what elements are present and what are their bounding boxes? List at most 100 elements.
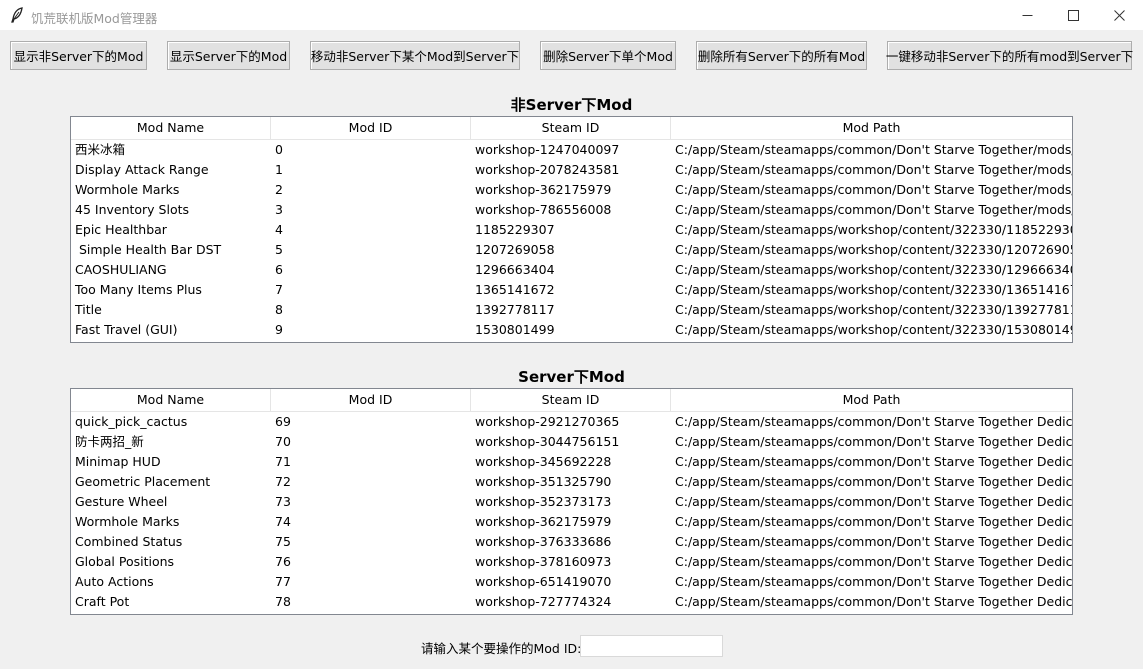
table-row[interactable]: Simple Health Bar DST 5 1207269058 C:/app/S…	[71, 240, 1072, 260]
table-row[interactable]: Fast Travel (GUI) 9 1530801499 C:/app/Steam…	[71, 320, 1072, 340]
table-row[interactable]: Title 8 1392778117 C:/app/Steam/steamapps/w…	[71, 300, 1072, 320]
column-header-steam-id[interactable]: Steam ID	[471, 117, 671, 139]
table-cell: C:/app/Steam/steamapps/common/Don't Star…	[675, 514, 1072, 529]
move-single-mod-button[interactable]: 移动非Server下某个Mod到Server下	[310, 41, 520, 70]
table-cell: 1207269058	[475, 242, 555, 257]
delete-all-mods-button[interactable]: 删除所有Server下的所有Mod	[696, 41, 867, 70]
table-row[interactable]: Global Positions 76 workshop-378160973 C:/a…	[71, 552, 1072, 572]
column-header-mod-name[interactable]: Mod Name	[71, 389, 271, 411]
table-cell: 9	[275, 322, 283, 337]
table-cell: 8	[275, 302, 283, 317]
column-header-steam-id[interactable]: Steam ID	[471, 389, 671, 411]
show-non-server-mods-button[interactable]: 显示非Server下的Mod	[10, 41, 147, 70]
minimize-icon	[1022, 14, 1032, 16]
table-cell: 1530801499	[475, 322, 555, 337]
close-button[interactable]	[1096, 0, 1142, 30]
column-header-mod-path[interactable]: Mod Path	[671, 117, 1072, 139]
table-cell: 1185229307	[475, 222, 555, 237]
table-row[interactable]: Wormhole Marks 2 workshop-362175979 C:/app/…	[71, 180, 1072, 200]
table-cell: workshop-351325790	[475, 474, 612, 489]
table-cell: 73	[275, 494, 291, 509]
table-cell: Craft Pot	[75, 594, 130, 609]
table-cell: 77	[275, 574, 291, 589]
table-row[interactable]: Wormhole Marks 74 workshop-362175979 C:/app…	[71, 512, 1072, 532]
maximize-button[interactable]	[1050, 0, 1096, 30]
table-body: quick_pick_cactus 69 workshop-2921270365 C:…	[71, 412, 1072, 612]
table-row[interactable]: CAOSHULIANG 6 1296663404 C:/app/Steam/steam…	[71, 260, 1072, 280]
table-cell: 0	[275, 142, 283, 157]
table-cell: C:/app/Steam/steamapps/common/Don't Star…	[675, 474, 1072, 489]
table-cell: 7	[275, 282, 283, 297]
column-header-mod-path[interactable]: Mod Path	[671, 389, 1072, 411]
table-cell: 72	[275, 474, 291, 489]
table-cell: C:/app/Steam/steamapps/common/Don't Star…	[675, 434, 1072, 449]
table-cell: 1365141672	[475, 282, 555, 297]
table-row[interactable]: Auto Actions 77 workshop-651419070 C:/app/S…	[71, 572, 1072, 592]
table-row[interactable]: Too Many Items Plus 7 1365141672 C:/app/Ste…	[71, 280, 1072, 300]
table-row[interactable]: Epic Healthbar 4 1185229307 C:/app/Steam/st…	[71, 220, 1072, 240]
delete-single-mod-button[interactable]: 删除Server下单个Mod	[540, 41, 676, 70]
table-cell: workshop-362175979	[475, 182, 612, 197]
table-cell: 防卡两招_新	[75, 434, 144, 449]
table-cell: C:/app/Steam/steamapps/common/Don't Star…	[675, 182, 1072, 197]
minimize-button[interactable]	[1004, 0, 1050, 30]
non-server-mods-table[interactable]: Mod Name Mod ID Steam ID Mod Path 西米冰箱 0 w…	[70, 116, 1073, 343]
table-cell: workshop-1247040097	[475, 142, 620, 157]
maximize-icon	[1067, 9, 1079, 21]
table-cell: C:/app/Steam/steamapps/common/Don't Star…	[675, 574, 1072, 589]
table-cell: C:/app/Steam/steamapps/workshop/content/…	[675, 242, 1072, 257]
table-cell: workshop-786556008	[475, 202, 612, 217]
table-cell: C:/app/Steam/steamapps/common/Don't Star…	[675, 414, 1072, 429]
table-cell: Title	[75, 302, 102, 317]
table-cell: workshop-378160973	[475, 554, 612, 569]
table-row[interactable]: Geometric Placement 72 workshop-351325790 C…	[71, 472, 1072, 492]
table-cell: 西米冰箱	[75, 142, 126, 157]
table-cell: C:/app/Steam/steamapps/workshop/content/…	[675, 222, 1072, 237]
table-cell: C:/app/Steam/steamapps/common/Don't Star…	[675, 202, 1072, 217]
table-row[interactable]: Gesture Wheel 73 workshop-352373173 C:/app/…	[71, 492, 1072, 512]
table-cell: C:/app/Steam/steamapps/common/Don't Star…	[675, 494, 1072, 509]
table-cell: 45 Inventory Slots	[75, 202, 190, 217]
non-server-mods-title: 非Server下Mod	[510, 96, 633, 114]
show-server-mods-button[interactable]: 显示Server下的Mod	[167, 41, 290, 70]
table-cell: Wormhole Marks	[75, 182, 180, 197]
table-row[interactable]: Craft Pot 78 workshop-727774324 C:/app/Stea…	[71, 592, 1072, 612]
table-row[interactable]: Display Attack Range 1 workshop-2078243581…	[71, 160, 1072, 180]
move-all-mods-button[interactable]: 一键移动非Server下的所有mod到Server下	[886, 41, 1133, 70]
table-row[interactable]: Combined Status 75 workshop-376333686 C:/ap…	[71, 532, 1072, 552]
table-cell: 1296663404	[475, 262, 555, 277]
table-cell: workshop-2078243581	[475, 162, 620, 177]
column-header-mod-id[interactable]: Mod ID	[271, 117, 471, 139]
table-cell: Simple Health Bar DST	[75, 242, 222, 257]
table-body: 西米冰箱 0 workshop-1247040097 C:/app/Steam/ste…	[71, 140, 1072, 340]
table-cell: 6	[275, 262, 283, 277]
server-mods-table[interactable]: Mod Name Mod ID Steam ID Mod Path quick_…	[70, 388, 1073, 615]
table-cell: Global Positions	[75, 554, 175, 569]
table-row[interactable]: 防卡两招_新 70 workshop-3044756151 C:/app/Steam/…	[71, 432, 1072, 452]
title-bar: 饥荒联机版Mod管理器	[0, 0, 1143, 30]
table-cell: 1	[275, 162, 283, 177]
table-cell: 5	[275, 242, 283, 257]
table-cell: 71	[275, 454, 291, 469]
table-row[interactable]: 45 Inventory Slots 3 workshop-786556008 C:/…	[71, 200, 1072, 220]
table-cell: 74	[275, 514, 291, 529]
column-header-mod-id[interactable]: Mod ID	[271, 389, 471, 411]
table-cell: 70	[275, 434, 291, 449]
table-cell: workshop-362175979	[475, 514, 612, 529]
table-row[interactable]: Minimap HUD 71 workshop-345692228 C:/app/St…	[71, 452, 1072, 472]
table-cell: CAOSHULIANG	[75, 262, 167, 277]
server-mods-title: Server下Mod	[518, 368, 625, 386]
table-cell: Too Many Items Plus	[75, 282, 202, 297]
table-cell: C:/app/Steam/steamapps/workshop/content/…	[675, 262, 1072, 277]
table-cell: Geometric Placement	[75, 474, 211, 489]
column-header-mod-name[interactable]: Mod Name	[71, 117, 271, 139]
table-cell: 3	[275, 202, 283, 217]
table-cell: 4	[275, 222, 283, 237]
mod-id-input[interactable]	[580, 635, 723, 657]
table-row[interactable]: 西米冰箱 0 workshop-1247040097 C:/app/Steam/ste…	[71, 140, 1072, 160]
feather-icon	[10, 7, 24, 23]
table-row[interactable]: quick_pick_cactus 69 workshop-2921270365 C:…	[71, 412, 1072, 432]
table-cell: Display Attack Range	[75, 162, 209, 177]
close-icon	[1113, 9, 1125, 21]
table-cell: 76	[275, 554, 291, 569]
